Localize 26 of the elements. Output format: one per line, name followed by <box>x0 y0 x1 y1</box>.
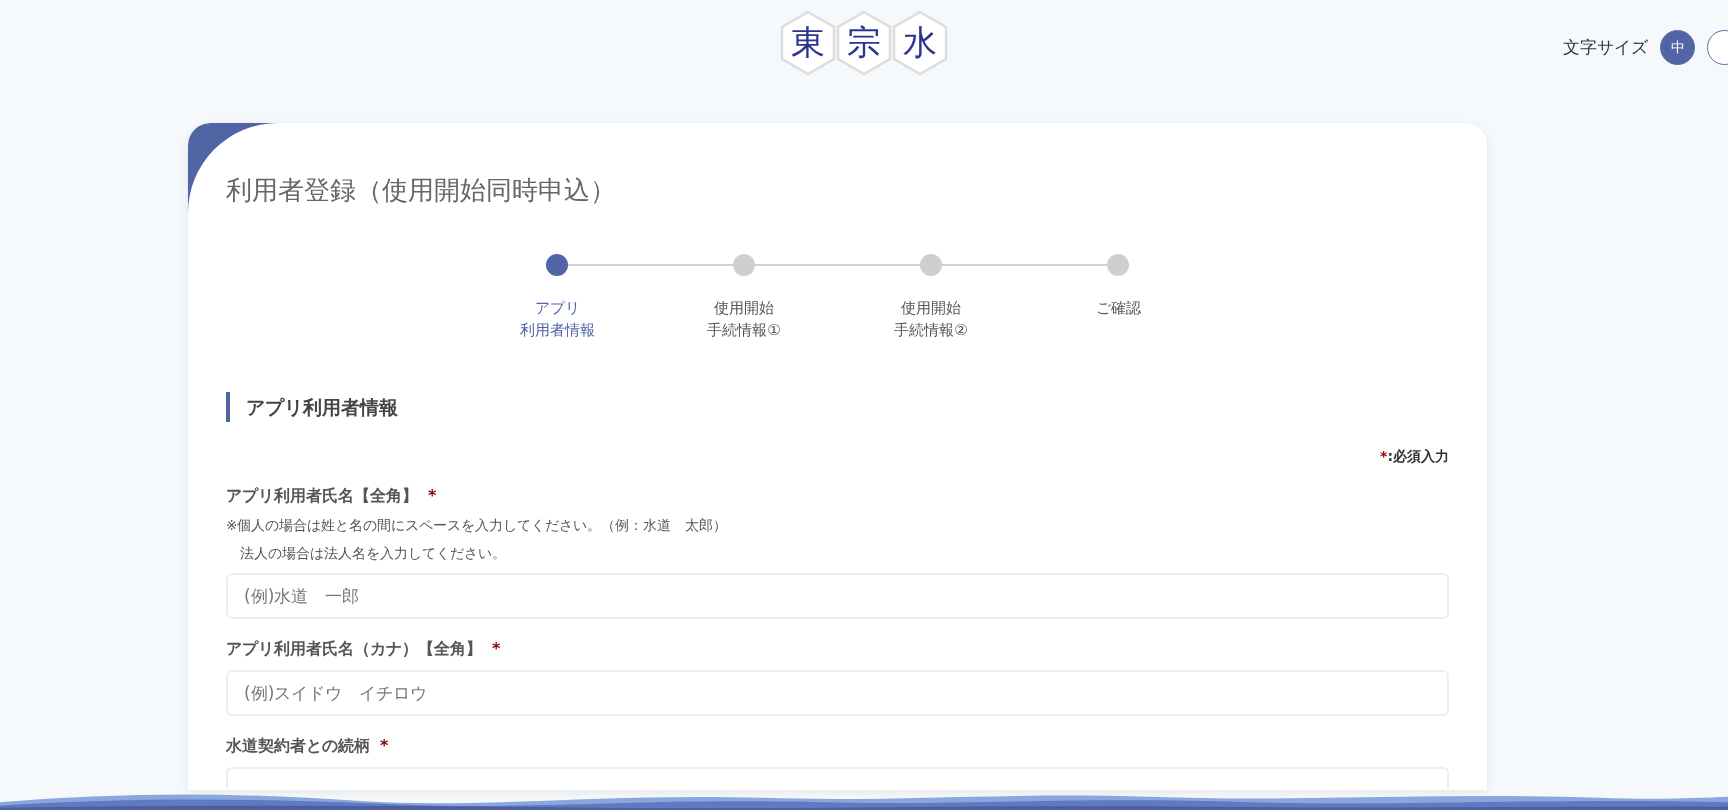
page-title: 利用者登録（使用開始同時申込） <box>226 174 617 207</box>
required-mark: * <box>492 638 501 658</box>
input-field[interactable]: (例)スイドウ イチロウ <box>226 669 1449 716</box>
step-label: 手続情報② <box>894 319 968 341</box>
step-label: 手続情報① <box>707 319 781 341</box>
field-label: アプリ利用者氏名【全角】 <box>226 485 418 507</box>
logo-tile: 宗 <box>836 10 892 76</box>
field-note: ※個人の場合は姓と名の間にスペースを入力してください。（例：水道 太郎） <box>226 516 729 535</box>
field-label: アプリ利用者氏名（カナ）【全角】 <box>226 638 482 660</box>
step-label: ご確認 <box>1095 298 1141 319</box>
step-label: アプリ <box>533 298 581 319</box>
required-mark: * <box>380 735 389 755</box>
required-mark: * <box>428 485 437 505</box>
font-size-button[interactable]: 中 <box>1660 30 1695 65</box>
logo-tile: 水 <box>892 10 948 76</box>
required-note: :必須入力 <box>1387 447 1449 464</box>
font-size-label: 文字サイズ <box>1563 36 1648 59</box>
step-label: 使用開始 <box>900 298 962 319</box>
field-label: 水道契約者との続柄 <box>226 735 370 757</box>
section-heading: アプリ利用者情報 <box>226 391 1449 422</box>
input-field[interactable]: (例)水道 一郎 <box>226 572 1449 619</box>
required-mark: * <box>1380 447 1388 464</box>
step-label: 利用者情報 <box>519 319 595 341</box>
field-note: 法人の場合は法人名を入力してください。 <box>239 544 507 563</box>
step-label: 使用開始 <box>713 298 775 319</box>
logo-tile: 東 <box>780 10 836 76</box>
